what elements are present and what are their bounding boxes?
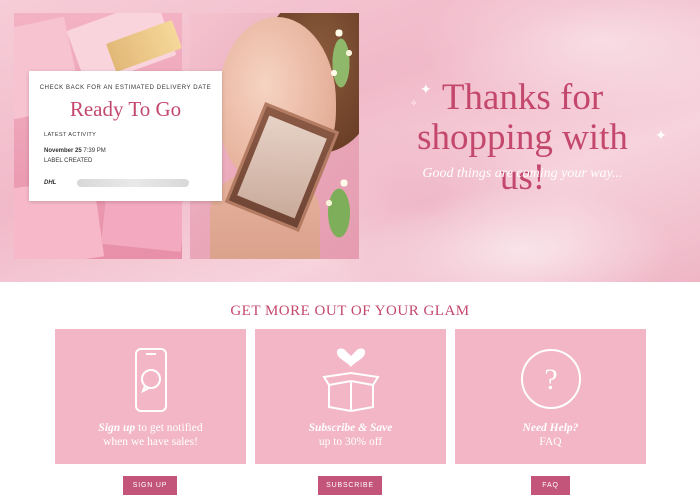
shipment-status: Ready To Go (69, 97, 182, 121)
sign-up-button[interactable]: SIGN UP (123, 476, 177, 495)
tracking-number-redacted[interactable] (77, 179, 189, 187)
gift-box-heart-icon (255, 347, 446, 413)
headline-line1: Thanks for (441, 77, 604, 118)
latest-activity-label: LATEST ACTIVITY (44, 132, 97, 138)
check-back-text: CHECK BACK FOR AN ESTIMATED DELIVERY DAT… (39, 85, 212, 91)
tile-sign-up[interactable]: Sign up to get notified when we have sal… (55, 329, 246, 464)
tile-line2: FAQ (539, 436, 562, 448)
svg-text:?: ? (544, 363, 557, 396)
activity-time: 7:39 PM (83, 148, 106, 154)
tile-subscribe[interactable]: Subscribe & Save up to 30% off (255, 329, 446, 464)
activity-date: November 25 (44, 148, 82, 154)
tracking-card: CHECK BACK FOR AN ESTIMATED DELIVERY DAT… (29, 71, 222, 201)
phone-chat-icon (55, 347, 246, 413)
tile-line1: Need Help? (455, 422, 646, 434)
tile-emphasis: Need Help? (522, 422, 579, 434)
tile-need-help[interactable]: ? Need Help? FAQ (455, 329, 646, 464)
tile-line1: Subscribe & Save (255, 422, 446, 434)
tile-line2: when we have sales! (103, 436, 198, 448)
question-circle-icon: ? (455, 347, 646, 411)
activity-status: LABEL CREATED (44, 158, 93, 164)
tile-emphasis: Subscribe & Save (308, 422, 393, 434)
subscribe-button[interactable]: SUBSCRIBE (318, 476, 382, 495)
section-title: GET MORE OUT OF YOUR GLAM (230, 303, 470, 319)
dhl-logo: DHL (44, 180, 57, 186)
tile-line2: up to 30% off (318, 436, 383, 448)
faq-button[interactable]: FAQ (531, 476, 570, 495)
sparkle-icon: ✦ (655, 127, 667, 143)
flowers-decoration (319, 13, 359, 259)
hero-tagline: Good things are coming your way... (422, 166, 623, 181)
hero-banner: CHECK BACK FOR AN ESTIMATED DELIVERY DAT… (0, 0, 700, 282)
tile-line1: Sign up to get notified (98, 422, 203, 434)
headline-line2: shopping with us! (417, 117, 628, 198)
activity-datetime: November 25 7:39 PM (44, 148, 106, 154)
tile-emphasis: Sign up (98, 422, 136, 434)
